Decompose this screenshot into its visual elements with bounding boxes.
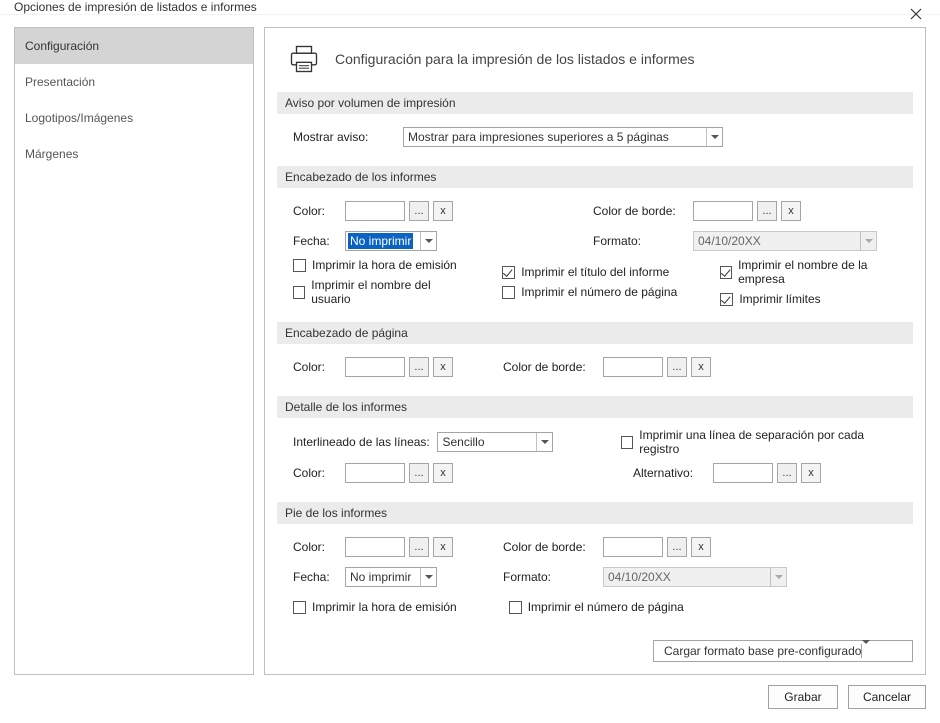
combo-mostrar-aviso[interactable]: Mostrar para impresiones superiores a 5 … bbox=[403, 127, 723, 147]
pick-color-borde-button[interactable]: ... bbox=[757, 201, 777, 221]
save-button[interactable]: Grabar bbox=[768, 685, 838, 709]
combo-value: Mostrar para impresiones superiores a 5 … bbox=[408, 130, 669, 144]
section-header-aviso: Aviso por volumen de impresión bbox=[277, 92, 913, 114]
chk-titulo-informe[interactable]: Imprimir el título del informe bbox=[502, 265, 680, 279]
window-title: Opciones de impresión de listados e info… bbox=[14, 0, 257, 14]
combo-fecha-header[interactable]: No imprimir bbox=[345, 231, 437, 251]
printer-icon bbox=[287, 44, 321, 74]
label-formato: Formato: bbox=[503, 570, 603, 584]
section-header-encabezado-pagina: Encabezado de página bbox=[277, 322, 913, 344]
clear-alt-color-button[interactable]: x bbox=[801, 463, 821, 483]
pick-color-borde-button[interactable]: ... bbox=[667, 537, 687, 557]
clear-color-button[interactable]: x bbox=[433, 357, 453, 377]
sidebar-item-configuracion[interactable]: Configuración bbox=[15, 28, 253, 64]
sidebar-item-label: Configuración bbox=[25, 39, 99, 53]
combo-formato-footer: 04/10/20XX bbox=[603, 567, 787, 587]
section-header-pie: Pie de los informes bbox=[277, 502, 913, 524]
label-fecha: Fecha: bbox=[293, 570, 345, 584]
chk-numero-pagina-footer[interactable]: Imprimir el número de página bbox=[509, 600, 684, 614]
label-color: Color: bbox=[293, 466, 345, 480]
clear-color-button[interactable]: x bbox=[433, 201, 453, 221]
sidebar-item-label: Presentación bbox=[25, 75, 95, 89]
pick-color-borde-button[interactable]: ... bbox=[667, 357, 687, 377]
chk-limites[interactable]: Imprimir límites bbox=[720, 292, 897, 306]
label-color-borde: Color de borde: bbox=[503, 540, 603, 554]
combo-fecha-footer[interactable]: No imprimir bbox=[345, 567, 437, 587]
combo-value: 04/10/20XX bbox=[698, 234, 761, 248]
pick-alt-color-button[interactable]: ... bbox=[777, 463, 797, 483]
color-alt-input-detail[interactable] bbox=[713, 463, 773, 483]
chevron-down-icon bbox=[770, 568, 786, 586]
sidebar-item-label: Logotipos/Imágenes bbox=[25, 111, 133, 125]
combo-value: Sencillo bbox=[442, 435, 484, 449]
label-formato: Formato: bbox=[593, 234, 693, 248]
label-color: Color: bbox=[293, 204, 345, 218]
combo-value: No imprimir bbox=[350, 570, 411, 584]
section-header-encabezado-informes: Encabezado de los informes bbox=[277, 166, 913, 188]
section-header-detalle: Detalle de los informes bbox=[277, 396, 913, 418]
label-color-borde: Color de borde: bbox=[503, 360, 603, 374]
sidebar-item-presentacion[interactable]: Presentación bbox=[15, 64, 253, 100]
chk-numero-pagina[interactable]: Imprimir el número de página bbox=[502, 285, 680, 299]
color-input-page-header[interactable] bbox=[345, 357, 405, 377]
chevron-down-icon bbox=[861, 644, 870, 658]
page-title: Configuración para la impresión de los l… bbox=[335, 51, 695, 67]
label-color-borde: Color de borde: bbox=[593, 204, 693, 218]
sidebar-item-margenes[interactable]: Márgenes bbox=[15, 136, 253, 172]
pick-color-button[interactable]: ... bbox=[409, 201, 429, 221]
clear-color-borde-button[interactable]: x bbox=[691, 537, 711, 557]
label-mostrar-aviso: Mostrar aviso: bbox=[293, 130, 403, 144]
chk-nombre-usuario[interactable]: Imprimir el nombre del usuario bbox=[293, 278, 462, 306]
color-borde-input-page-header[interactable] bbox=[603, 357, 663, 377]
label-color: Color: bbox=[293, 540, 345, 554]
combo-value: 04/10/20XX bbox=[608, 570, 671, 584]
chevron-down-icon bbox=[706, 128, 722, 146]
chevron-down-icon bbox=[536, 433, 552, 451]
color-input-detail[interactable] bbox=[345, 463, 405, 483]
clear-color-borde-button[interactable]: x bbox=[691, 357, 711, 377]
combo-value: No imprimir bbox=[348, 233, 413, 249]
clear-color-button[interactable]: x bbox=[433, 537, 453, 557]
cancel-button[interactable]: Cancelar bbox=[848, 685, 926, 709]
color-input-footer[interactable] bbox=[345, 537, 405, 557]
pick-color-button[interactable]: ... bbox=[409, 537, 429, 557]
clear-color-button[interactable]: x bbox=[433, 463, 453, 483]
color-input-header[interactable] bbox=[345, 201, 405, 221]
sidebar-item-label: Márgenes bbox=[25, 147, 78, 161]
label-fecha: Fecha: bbox=[293, 234, 345, 248]
combo-value: Cargar formato base pre-configurado bbox=[664, 644, 861, 658]
label-alternativo: Alternativo: bbox=[633, 466, 713, 480]
label-color: Color: bbox=[293, 360, 345, 374]
content-panel: Configuración para la impresión de los l… bbox=[264, 27, 926, 675]
chevron-down-icon bbox=[420, 232, 436, 250]
close-icon[interactable] bbox=[902, 6, 930, 26]
label-interlineado: Interlineado de las líneas: bbox=[293, 435, 437, 449]
pick-color-button[interactable]: ... bbox=[409, 357, 429, 377]
color-borde-input-footer[interactable] bbox=[603, 537, 663, 557]
pick-color-button[interactable]: ... bbox=[409, 463, 429, 483]
chk-hora-emision-footer[interactable]: Imprimir la hora de emisión bbox=[293, 600, 457, 614]
chk-linea-separacion[interactable]: Imprimir una línea de separación por cad… bbox=[621, 428, 897, 456]
combo-cargar-formato[interactable]: Cargar formato base pre-configurado bbox=[653, 640, 913, 662]
color-borde-input-header[interactable] bbox=[693, 201, 753, 221]
sidebar-item-logotipos[interactable]: Logotipos/Imágenes bbox=[15, 100, 253, 136]
chevron-down-icon bbox=[860, 232, 876, 250]
combo-formato-header: 04/10/20XX bbox=[693, 231, 877, 251]
chevron-down-icon bbox=[420, 568, 436, 586]
clear-color-borde-button[interactable]: x bbox=[781, 201, 801, 221]
sidebar: Configuración Presentación Logotipos/Imá… bbox=[14, 27, 254, 675]
chk-nombre-empresa[interactable]: Imprimir el nombre de la empresa bbox=[720, 258, 897, 286]
combo-interlineado[interactable]: Sencillo bbox=[437, 432, 553, 452]
chk-hora-emision[interactable]: Imprimir la hora de emisión bbox=[293, 258, 462, 272]
